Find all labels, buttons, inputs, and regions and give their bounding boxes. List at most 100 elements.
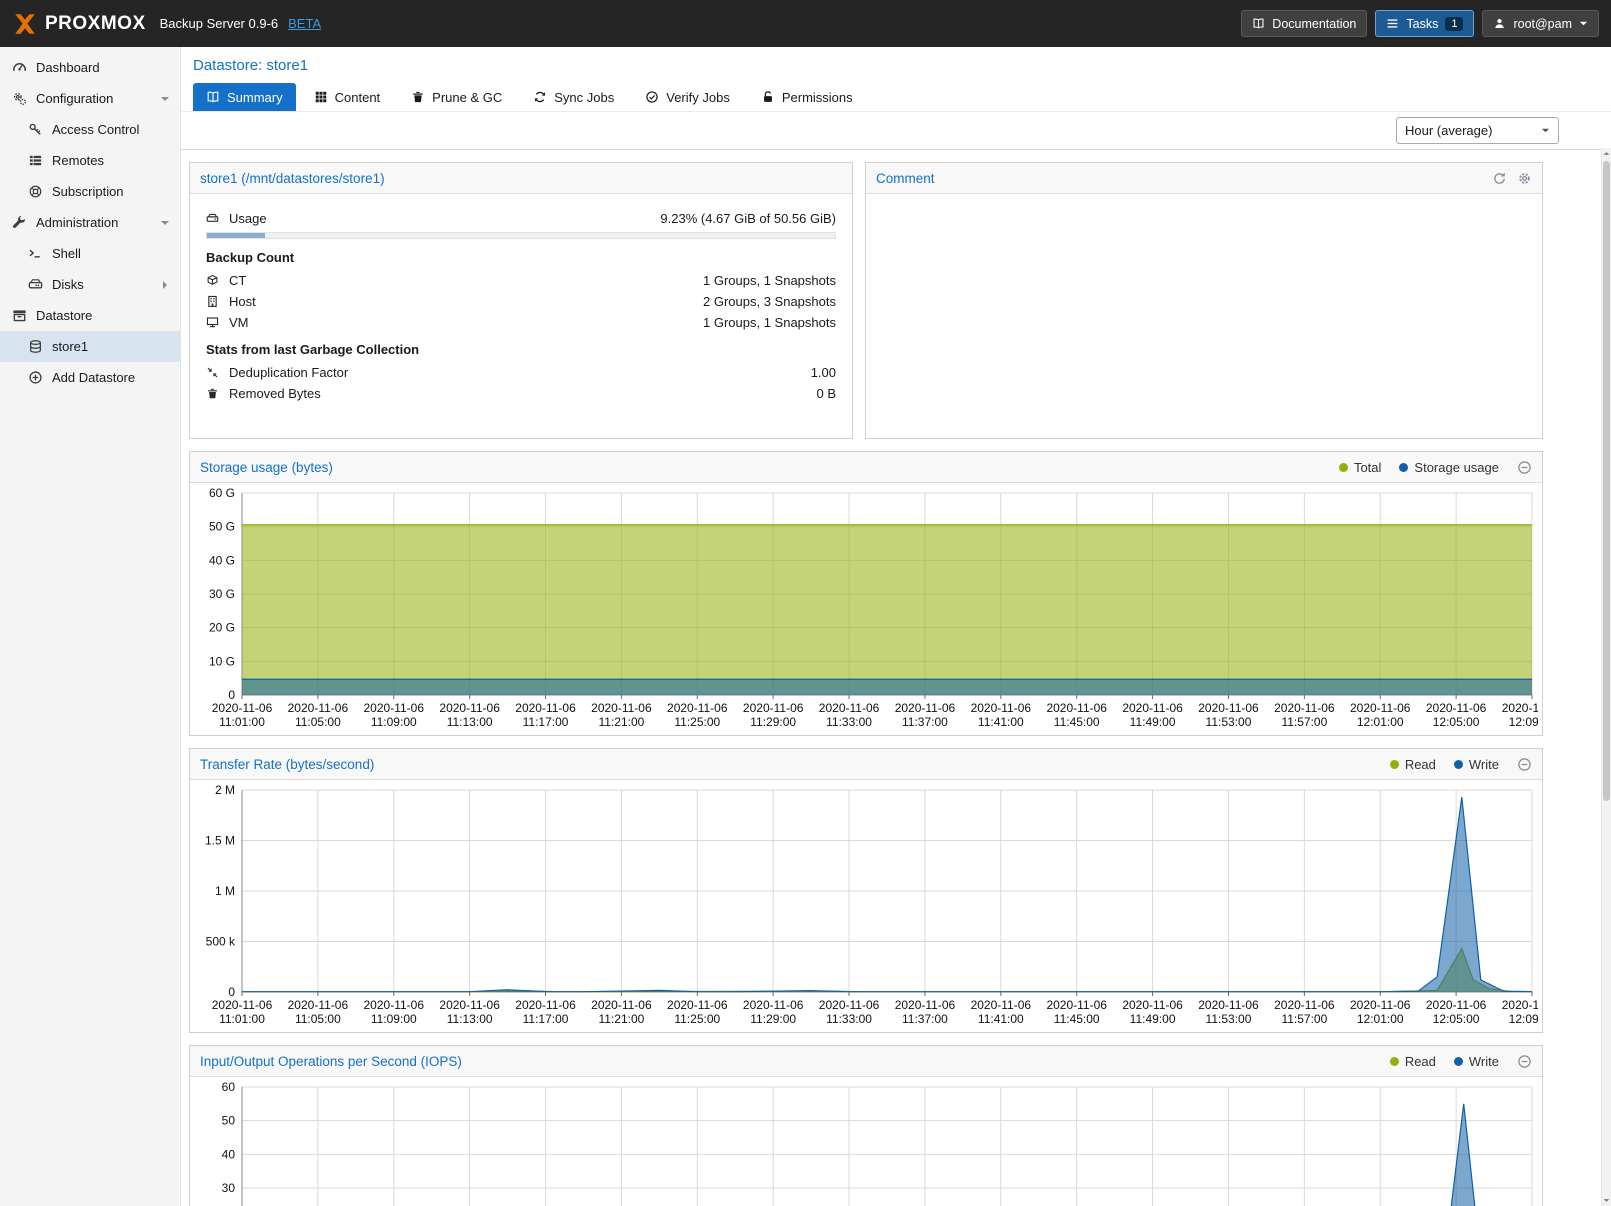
svg-text:2020-11-06: 2020-11-06: [1122, 701, 1183, 715]
usage-progress-bar: [206, 232, 836, 239]
tab-prune-gc[interactable]: Prune & GC: [398, 83, 515, 111]
svg-text:2020-11-06: 2020-11-06: [515, 701, 576, 715]
chevron-down-icon[interactable]: [160, 94, 170, 104]
vertical-scrollbar[interactable]: [1601, 148, 1611, 1206]
svg-text:20 G: 20 G: [209, 621, 235, 635]
sidebar-item-shell[interactable]: Shell: [0, 238, 180, 269]
compress-icon: [206, 366, 220, 379]
svg-text:2020-11-06: 2020-11-06: [591, 701, 652, 715]
trash-icon: [411, 90, 425, 104]
collapse-icon[interactable]: [1517, 460, 1532, 475]
legend-read[interactable]: Read: [1390, 1054, 1436, 1069]
refresh-icon[interactable]: [1492, 171, 1507, 186]
svg-text:11:21:00: 11:21:00: [598, 715, 644, 729]
legend-dot: [1454, 760, 1463, 769]
documentation-button[interactable]: Documentation: [1241, 10, 1367, 37]
svg-text:40 G: 40 G: [209, 553, 235, 567]
sidebar-item-store1[interactable]: store1: [0, 331, 180, 362]
storage-usage-panel: Storage usage (bytes) Total Storage usag…: [189, 451, 1543, 736]
tab-sync-jobs[interactable]: Sync Jobs: [520, 83, 627, 111]
transfer-rate-chart: 0500 k1 M1.5 M2 M2020-11-0611:01:002020-…: [194, 782, 1538, 1032]
tab-verify-jobs[interactable]: Verify Jobs: [632, 83, 743, 111]
sync-icon: [533, 90, 547, 104]
legend-dot: [1390, 1057, 1399, 1066]
tab-content[interactable]: Content: [301, 83, 394, 111]
svg-text:2020-11-06: 2020-11-06: [1426, 701, 1487, 715]
svg-text:2020-11-06: 2020-11-06: [364, 701, 425, 715]
tasks-button[interactable]: Tasks 1: [1375, 10, 1474, 37]
beta-link[interactable]: BETA: [288, 16, 321, 31]
svg-text:11:09:00: 11:09:00: [371, 1012, 417, 1026]
svg-text:2020-11-06: 2020-11-06: [439, 998, 500, 1012]
svg-text:2020-11-06: 2020-11-06: [591, 998, 652, 1012]
svg-text:11:17:00: 11:17:00: [523, 715, 569, 729]
svg-text:2020-11-06: 2020-11-06: [971, 701, 1032, 715]
terminal-icon: [28, 246, 43, 261]
legend-write[interactable]: Write: [1454, 757, 1499, 772]
scroll-down-arrow[interactable]: [1602, 1195, 1611, 1206]
brand-text: PROXMOX: [45, 13, 146, 35]
svg-text:50: 50: [222, 1114, 236, 1128]
scrollbar-thumb[interactable]: [1603, 161, 1610, 801]
tasks-badge: 1: [1445, 17, 1463, 31]
list-icon: [28, 153, 43, 168]
desktop-icon: [206, 316, 220, 329]
book-icon: [206, 90, 220, 104]
iops-chart: 01020304050602020-11-0611:01:002020-11-0…: [194, 1079, 1538, 1206]
gear-icon[interactable]: [1517, 171, 1532, 186]
sidebar-item-disks[interactable]: Disks: [0, 269, 180, 300]
sidebar-item-administration[interactable]: Administration: [0, 207, 180, 238]
transfer-rate-chart-body: 0500 k1 M1.5 M2 M2020-11-0611:01:002020-…: [190, 780, 1542, 1032]
legend-dot: [1399, 463, 1408, 472]
legend-total[interactable]: Total: [1339, 460, 1381, 475]
collapse-icon[interactable]: [1517, 757, 1532, 772]
sidebar-item-remotes[interactable]: Remotes: [0, 145, 180, 176]
collapse-icon[interactable]: [1517, 1054, 1532, 1069]
hdd-icon: [28, 277, 43, 292]
life-ring-icon: [28, 184, 43, 199]
svg-text:2020-11-06: 2020-11-06: [667, 998, 728, 1012]
legend-storage-usage[interactable]: Storage usage: [1399, 460, 1499, 475]
transfer-rate-panel: Transfer Rate (bytes/second) Read Write: [189, 748, 1543, 1033]
ct-row: CT 1 Groups, 1 Snapshots: [206, 271, 836, 289]
wrench-icon: [12, 215, 27, 230]
user-menu-button[interactable]: root@pam: [1482, 10, 1599, 37]
timeframe-select[interactable]: Hour (average): [1396, 117, 1559, 144]
svg-text:11:13:00: 11:13:00: [447, 715, 493, 729]
svg-text:12:01:00: 12:01:00: [1357, 715, 1404, 729]
sidebar-item-configuration[interactable]: Configuration: [0, 83, 180, 114]
sidebar-item-subscription[interactable]: Subscription: [0, 176, 180, 207]
svg-text:2020-11-06: 2020-11-06: [1122, 998, 1183, 1012]
svg-text:2020-11-06: 2020-11-06: [743, 998, 804, 1012]
svg-text:2020-11-06: 2020-11-06: [971, 998, 1032, 1012]
svg-text:12:09:00: 12:09:00: [1509, 715, 1538, 729]
svg-text:2020-11-06: 2020-11-06: [515, 998, 576, 1012]
legend-write[interactable]: Write: [1454, 1054, 1499, 1069]
sidebar-item-dashboard[interactable]: Dashboard: [0, 52, 180, 83]
sidebar-item-access-control[interactable]: Access Control: [0, 114, 180, 145]
trash-icon: [206, 387, 220, 400]
tab-summary[interactable]: Summary: [193, 83, 296, 111]
sidebar-item-datastore[interactable]: Datastore: [0, 300, 180, 331]
chevron-down-icon[interactable]: [160, 218, 170, 228]
svg-text:2020-11-06: 2020-11-06: [364, 998, 425, 1012]
transfer-rate-header: Transfer Rate (bytes/second) Read Write: [190, 749, 1542, 780]
scroll-up-arrow[interactable]: [1602, 148, 1611, 159]
book-icon: [1252, 17, 1265, 30]
storage-usage-legend: Total Storage usage: [1339, 460, 1499, 475]
sidebar-item-add-datastore[interactable]: Add Datastore: [0, 362, 180, 393]
svg-text:2020-11-06: 2020-11-06: [819, 701, 880, 715]
archive-icon: [12, 308, 27, 323]
chevron-right-icon[interactable]: [160, 280, 170, 290]
hdd-icon: [206, 212, 220, 225]
svg-text:11:49:00: 11:49:00: [1130, 715, 1176, 729]
sidebar: Dashboard Configuration Access Control: [0, 47, 181, 1206]
svg-text:11:49:00: 11:49:00: [1130, 1012, 1176, 1026]
tab-permissions[interactable]: Permissions: [748, 83, 866, 111]
svg-text:2020-11-06: 2020-11-06: [895, 701, 956, 715]
svg-text:60: 60: [222, 1080, 236, 1094]
legend-read[interactable]: Read: [1390, 757, 1436, 772]
svg-text:12:05:00: 12:05:00: [1433, 1012, 1480, 1026]
comment-panel-body[interactable]: [866, 194, 1542, 438]
svg-text:11:01:00: 11:01:00: [219, 715, 265, 729]
